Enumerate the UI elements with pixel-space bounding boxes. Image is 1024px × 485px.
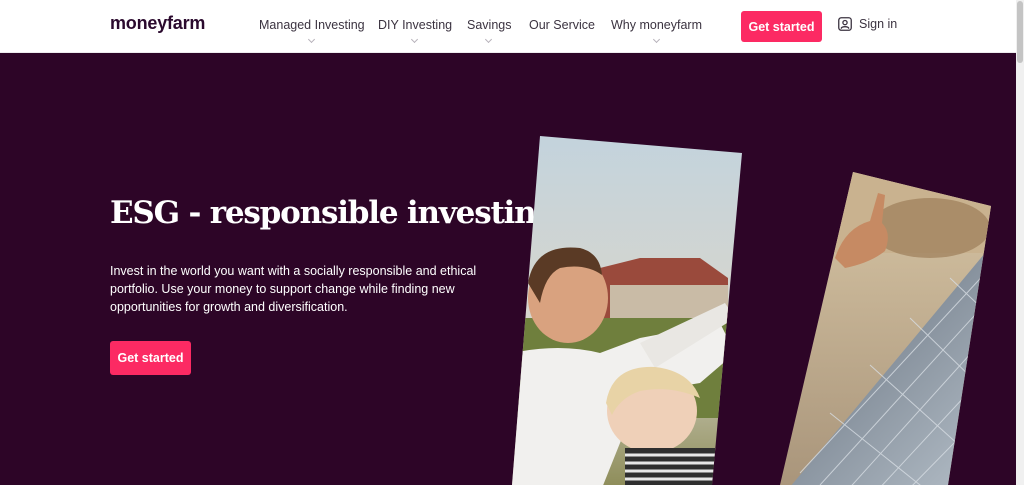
moneyfarm-logo[interactable]: moneyfarm <box>110 13 205 34</box>
nav-managed-investing[interactable]: Managed Investing <box>259 18 365 44</box>
hero-photos <box>512 136 991 485</box>
solar-panel-photo <box>780 172 991 485</box>
nav-label: Why moneyfarm <box>611 18 702 32</box>
page-scrollbar-track[interactable] <box>1016 0 1024 485</box>
page-scrollbar-thumb[interactable] <box>1017 1 1023 63</box>
site-header: moneyfarm Managed Investing DIY Investin… <box>0 0 1016 53</box>
nav-label: Managed Investing <box>259 18 365 32</box>
get-started-button[interactable]: Get started <box>741 11 822 42</box>
family-photo <box>512 136 742 485</box>
nav-diy-investing[interactable]: DIY Investing <box>378 18 453 44</box>
nav-label: Our Service <box>529 18 595 32</box>
nav-why-moneyfarm[interactable]: Why moneyfarm <box>611 18 702 44</box>
chevron-down-icon <box>485 35 493 44</box>
nav-savings[interactable]: Savings <box>467 18 512 44</box>
nav-our-service[interactable]: Our Service <box>529 18 595 32</box>
chevron-down-icon <box>307 35 315 44</box>
chevron-down-icon <box>411 35 419 44</box>
user-icon <box>838 17 852 31</box>
chevron-down-icon <box>652 35 660 44</box>
sign-in-label: Sign in <box>859 17 898 31</box>
nav-label: Savings <box>467 18 512 32</box>
nav-label: DIY Investing <box>378 18 453 32</box>
sign-in-link[interactable]: Sign in <box>838 17 897 31</box>
hero-section: ESG - responsible investing. Invest in t… <box>0 53 1016 485</box>
